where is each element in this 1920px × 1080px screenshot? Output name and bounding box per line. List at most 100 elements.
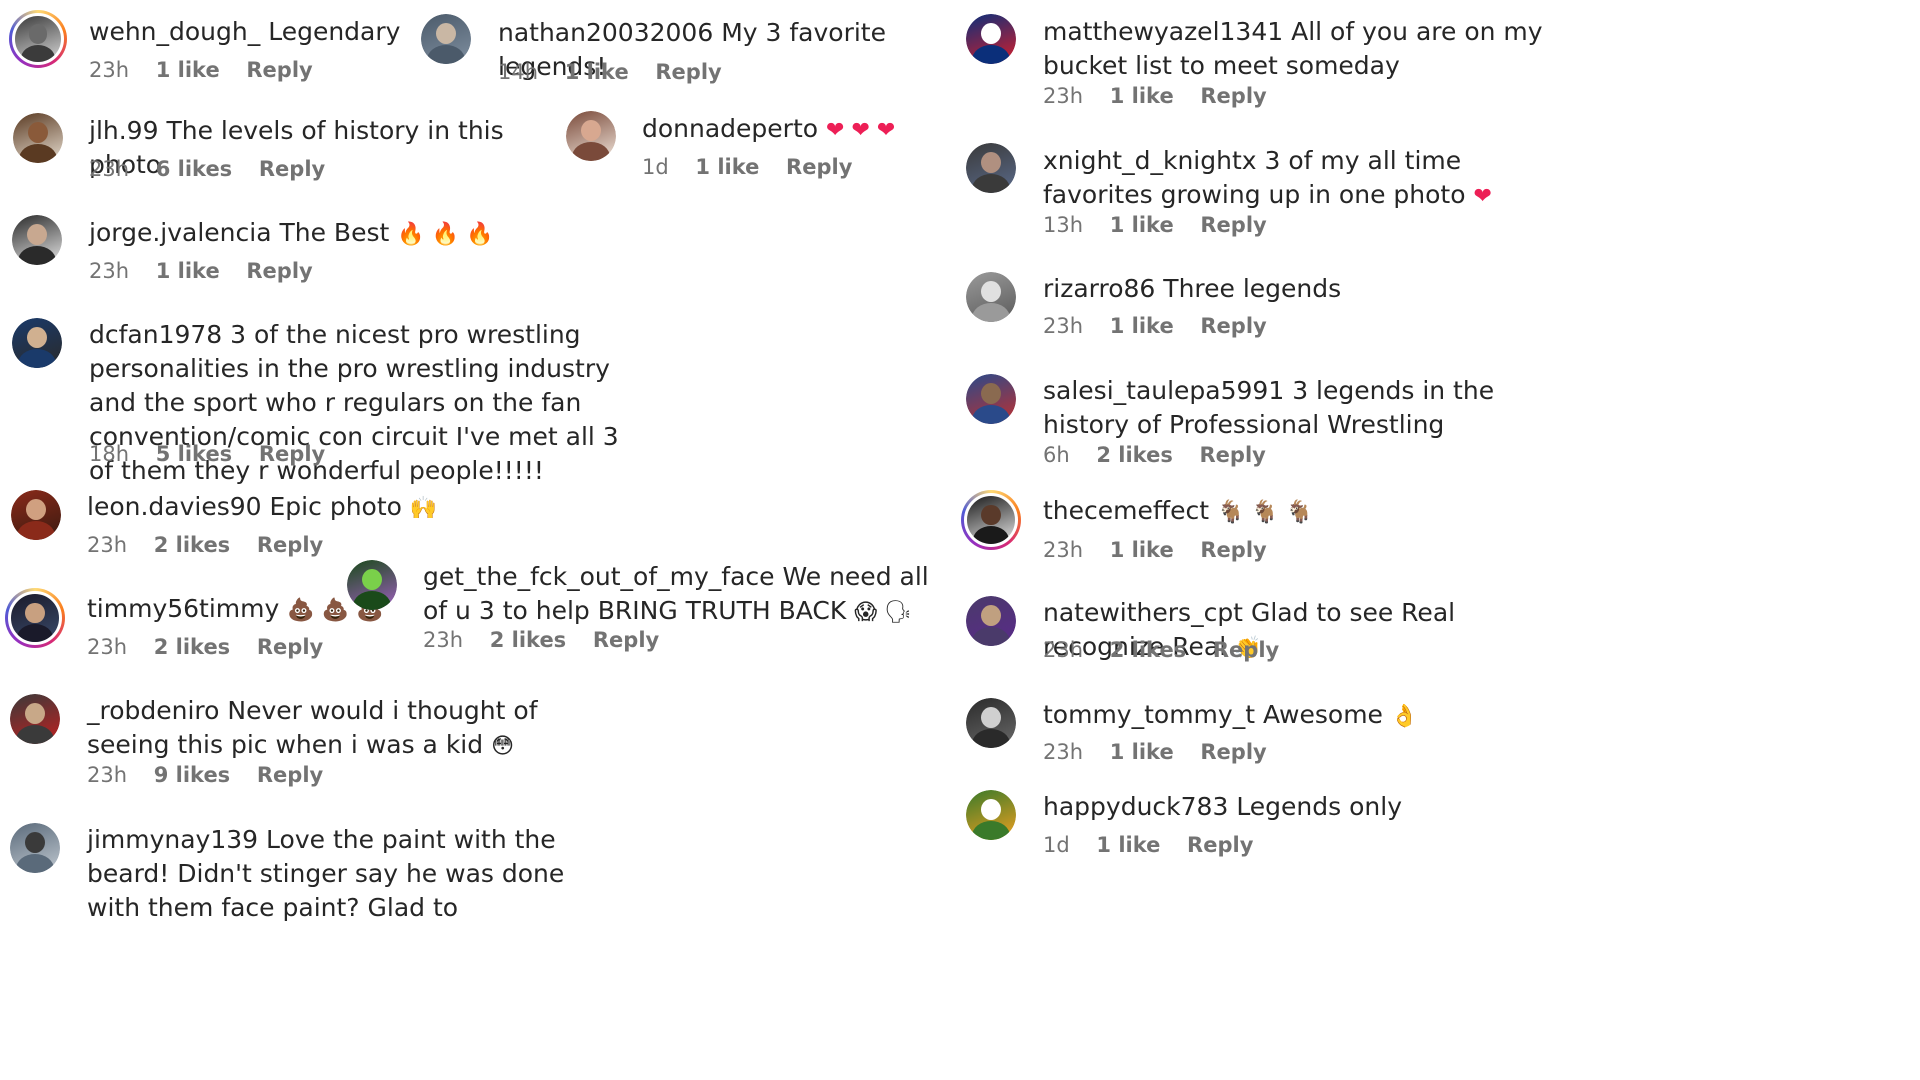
comment-time: 14h (498, 60, 539, 84)
comment-time: 1d (1043, 833, 1070, 857)
comment-time: 23h (423, 628, 464, 652)
reply-button[interactable]: Reply (1187, 833, 1253, 857)
reply-button[interactable]: Reply (1200, 314, 1266, 338)
comment-meta: 13h 1 like Reply (1043, 213, 1287, 237)
avatar[interactable] (966, 272, 1016, 322)
comment-likes[interactable]: 1 like (1110, 740, 1174, 764)
heart-emoji: ❤ ❤ ❤ (826, 118, 896, 143)
comment-time: 23h (89, 58, 130, 82)
comment-likes[interactable]: 2 likes (154, 533, 230, 557)
comment-time: 23h (89, 157, 130, 181)
avatar[interactable] (12, 215, 62, 265)
comment-username[interactable]: rizarro86 (1043, 274, 1155, 303)
avatar[interactable] (11, 490, 61, 540)
avatar[interactable] (10, 694, 60, 744)
comment-likes[interactable]: 5 likes (156, 442, 232, 466)
screaming-emoji: 😱 🗣 (854, 600, 913, 625)
comment-username[interactable]: get_the_fck_out_of_my_face (423, 562, 775, 591)
comment-likes[interactable]: 1 like (156, 259, 220, 283)
comment-likes[interactable]: 1 like (1110, 538, 1174, 562)
comment-likes[interactable]: 1 like (1110, 213, 1174, 237)
comment-likes[interactable]: 6 likes (156, 157, 232, 181)
comment-username[interactable]: xnight_d_knightx (1043, 146, 1257, 175)
comment-time: 23h (87, 635, 128, 659)
comment-username[interactable]: donnadeperto (642, 114, 818, 143)
comment-time: 23h (87, 533, 128, 557)
reply-button[interactable]: Reply (259, 442, 325, 466)
reply-button[interactable]: Reply (1213, 638, 1279, 662)
comment-likes[interactable]: 1 like (1110, 314, 1174, 338)
reply-button[interactable]: Reply (259, 157, 325, 181)
comment-username[interactable]: jimmynay139 (87, 825, 258, 854)
reply-button[interactable]: Reply (1200, 538, 1266, 562)
comment-likes[interactable]: 1 like (695, 155, 759, 179)
comment-username[interactable]: tommy_tommy_t (1043, 700, 1255, 729)
comment-likes[interactable]: 9 likes (154, 763, 230, 787)
comment-time: 23h (1043, 538, 1084, 562)
reply-button[interactable]: Reply (1200, 740, 1266, 764)
reply-button[interactable]: Reply (246, 259, 312, 283)
avatar[interactable] (966, 143, 1016, 193)
comment-username[interactable]: dcfan1978 (89, 320, 222, 349)
comment-likes[interactable]: 2 likes (1110, 638, 1186, 662)
avatar[interactable] (966, 790, 1016, 840)
comment-text: _robdeniro Never would i thought of seei… (87, 696, 538, 759)
avatar[interactable] (966, 374, 1016, 424)
comment-username[interactable]: jlh.99 (89, 116, 159, 145)
reply-button[interactable]: Reply (257, 763, 323, 787)
comment-likes[interactable]: 2 likes (154, 635, 230, 659)
reply-button[interactable]: Reply (786, 155, 852, 179)
avatar[interactable] (10, 823, 60, 873)
comment-username[interactable]: jorge.jvalencia (89, 218, 272, 247)
comment-username[interactable]: matthewyazel1341 (1043, 17, 1283, 46)
avatar[interactable] (966, 698, 1016, 748)
avatar[interactable] (9, 10, 67, 68)
avatar[interactable] (966, 14, 1016, 64)
comment-likes[interactable]: 2 likes (1096, 443, 1172, 467)
comment-username[interactable]: _robdeniro (87, 696, 219, 725)
comment-likes[interactable]: 1 like (156, 58, 220, 82)
comment-username[interactable]: happyduck783 (1043, 792, 1228, 821)
comment-username[interactable]: timmy56timmy (87, 594, 279, 623)
reply-button[interactable]: Reply (257, 533, 323, 557)
comment-likes[interactable]: 1 like (1110, 84, 1174, 108)
avatar[interactable] (966, 596, 1016, 646)
comment-meta: 1d 1 like Reply (642, 155, 872, 179)
comment-meta: 23h 2 likes Reply (87, 533, 343, 557)
comment-time: 13h (1043, 213, 1084, 237)
reply-button[interactable]: Reply (593, 628, 659, 652)
reply-button[interactable]: Reply (1200, 213, 1266, 237)
reply-button[interactable]: Reply (257, 635, 323, 659)
raising-hands-emoji: 🙌 (409, 496, 438, 521)
avatar[interactable] (347, 560, 397, 610)
reply-button[interactable]: Reply (1200, 443, 1266, 467)
comment-likes[interactable]: 2 likes (490, 628, 566, 652)
avatar[interactable] (421, 14, 471, 64)
comment-meta: 23h 9 likes Reply (87, 763, 343, 787)
comment-username[interactable]: leon.davies90 (87, 492, 262, 521)
avatar[interactable] (13, 113, 63, 163)
avatar[interactable] (961, 490, 1021, 550)
avatar[interactable] (12, 318, 62, 368)
fire-emoji: 🔥 🔥 🔥 (397, 222, 494, 247)
comment-time: 23h (1043, 84, 1084, 108)
comment-username[interactable]: thecemeffect (1043, 496, 1209, 525)
comment-likes[interactable]: 1 like (1096, 833, 1160, 857)
comment-username[interactable]: nathan20032006 (498, 18, 713, 47)
comment-meta: 6h 2 likes Reply (1043, 443, 1286, 467)
comment-text: rizarro86 Three legends (1043, 274, 1342, 303)
reply-button[interactable]: Reply (655, 60, 721, 84)
reply-button[interactable]: Reply (1200, 84, 1266, 108)
comment-meta: 23h 2 likes Reply (87, 635, 343, 659)
comment-text: donnadeperto ❤ ❤ ❤ (642, 112, 1002, 148)
comment-text: thecemeffect 🐐 🐐 🐐 (1043, 494, 1403, 530)
avatar[interactable] (566, 111, 616, 161)
comment-time: 1d (642, 155, 669, 179)
reply-button[interactable]: Reply (246, 58, 312, 82)
avatar[interactable] (5, 588, 65, 648)
comment-meta: 23h 1 like Reply (89, 259, 333, 283)
comment-username[interactable]: natewithers_cpt (1043, 598, 1243, 627)
comment-likes[interactable]: 1 like (565, 60, 629, 84)
comment-username[interactable]: wehn_dough_ (89, 17, 260, 46)
comment-username[interactable]: salesi_taulepa5991 (1043, 376, 1284, 405)
